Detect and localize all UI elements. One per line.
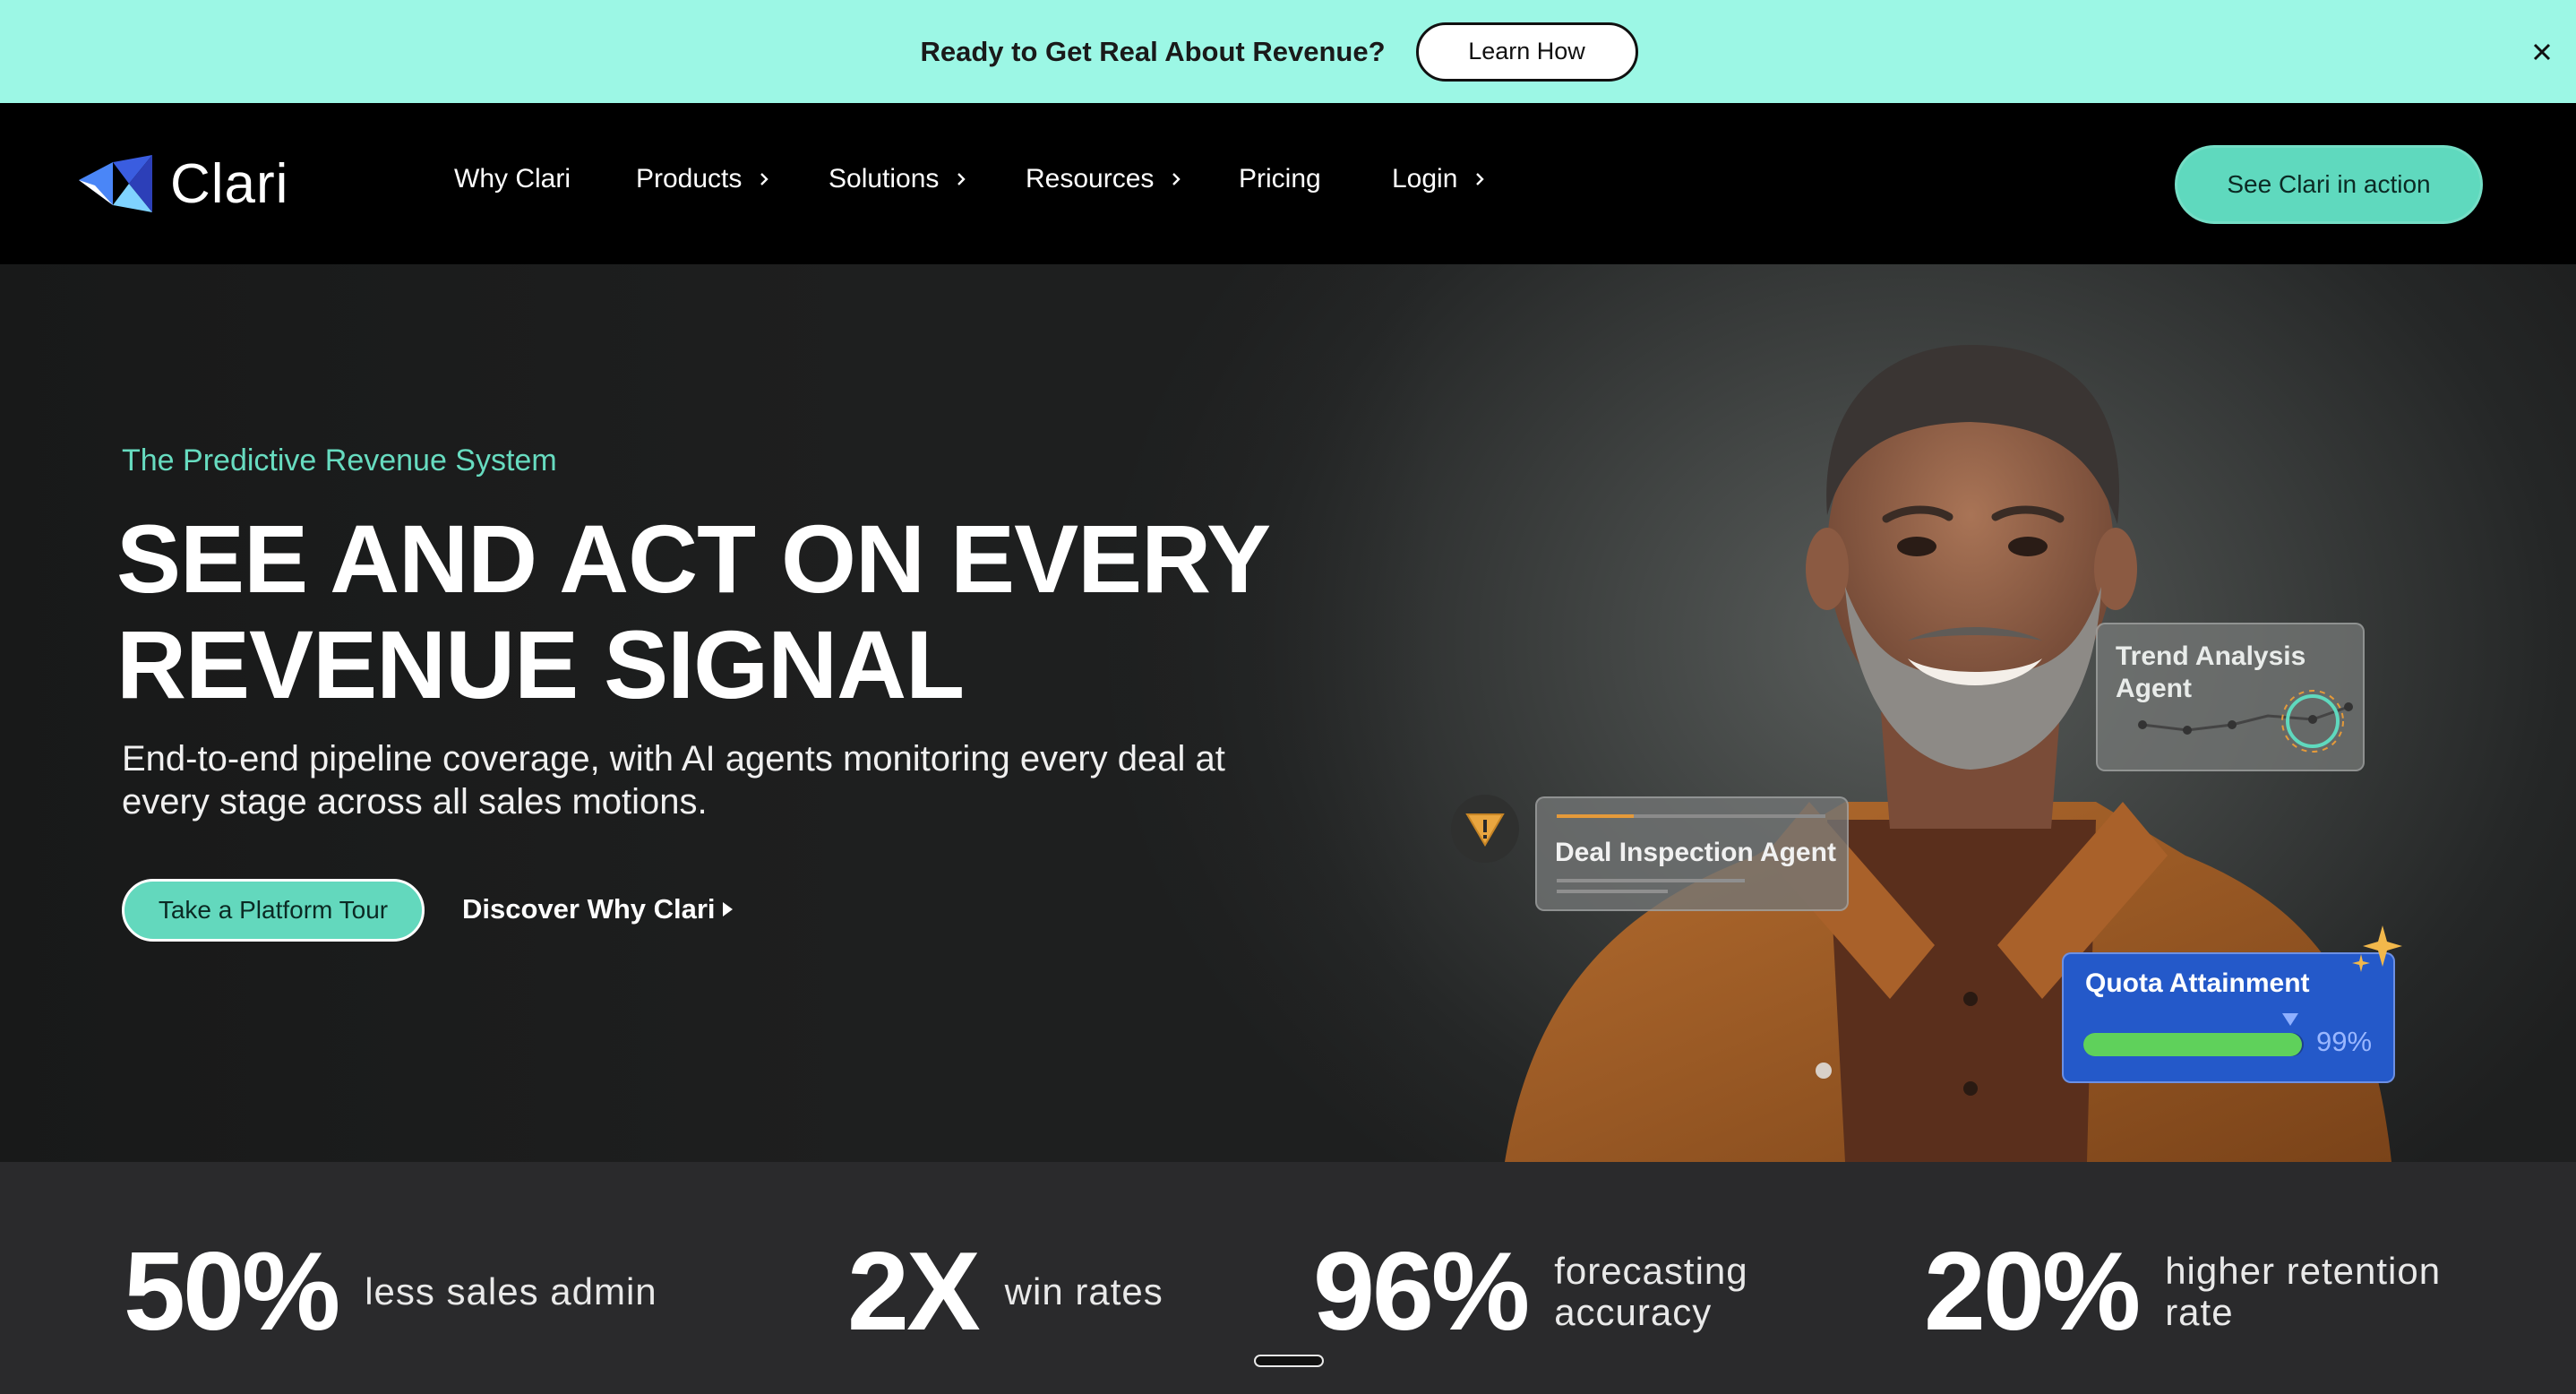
stat-label: higher retention rate (2165, 1251, 2441, 1333)
nav-label: Solutions (829, 164, 940, 194)
discover-label: Discover Why Clari (462, 893, 716, 925)
close-icon[interactable] (2522, 32, 2562, 72)
nav-why-clari[interactable]: Why Clari (454, 164, 571, 194)
hero-headline: SEE AND ACT ON EVERY REVENUE SIGNAL (116, 506, 1370, 718)
logo-text: Clari (170, 152, 289, 215)
stat-label-line: accuracy (1554, 1291, 1713, 1333)
nav-pricing[interactable]: Pricing (1239, 164, 1321, 194)
stat-item: 2X win rates (847, 1234, 1163, 1350)
headline-line-2: REVENUE SIGNAL (116, 610, 965, 719)
quota-progress-track (2083, 1033, 2304, 1056)
nav-label: Resources (1026, 164, 1155, 194)
chevron-right-icon (1476, 173, 1485, 185)
announcement-banner: Ready to Get Real About Revenue? Learn H… (0, 0, 2576, 103)
stat-label-line: higher retention (2165, 1250, 2442, 1292)
stat-label: forecasting accuracy (1554, 1251, 1747, 1333)
nav-products[interactable]: Products (636, 164, 776, 194)
warning-icon (1465, 813, 1505, 847)
nav-solutions[interactable]: Solutions (829, 164, 973, 194)
hero-eyebrow: The Predictive Revenue System (122, 443, 557, 478)
stat-label-line: win rates (1004, 1270, 1163, 1312)
platform-tour-button[interactable]: Take a Platform Tour (122, 879, 425, 942)
nav-label: Login (1392, 164, 1458, 194)
quota-card-title: Quota Attainment (2085, 968, 2310, 998)
quota-attainment-card: Quota Attainment 99% (2062, 952, 2395, 1083)
stat-value: 96% (1313, 1230, 1530, 1354)
hero-section: The Predictive Revenue System SEE AND AC… (0, 264, 2576, 1162)
deal-progress-bar (1557, 814, 1825, 818)
nav-label: Products (636, 164, 743, 194)
scroll-indicator[interactable] (1254, 1355, 1324, 1367)
stat-item: 96% forecasting accuracy (1313, 1234, 1748, 1350)
discover-why-clari-link[interactable]: Discover Why Clari (462, 893, 733, 925)
stat-item: 50% less sales admin (124, 1234, 657, 1350)
nav-label: Pricing (1239, 164, 1321, 194)
stat-label-line: rate (2165, 1291, 2234, 1333)
stat-value: 2X (847, 1230, 981, 1354)
quota-value: 99% (2316, 1026, 2373, 1057)
learn-how-button[interactable]: Learn How (1415, 22, 1638, 82)
stat-value: 20% (1924, 1230, 2141, 1354)
main-nav: Clari Why Clari Products Solutions Resou… (0, 103, 2576, 264)
nav-resources[interactable]: Resources (1026, 164, 1188, 194)
see-clari-in-action-button[interactable]: See Clari in action (2175, 145, 2483, 224)
clari-logo-icon (79, 155, 152, 212)
stat-value: 50% (124, 1230, 340, 1354)
deal-inspection-card: Deal Inspection Agent (1535, 796, 1849, 911)
warning-badge (1451, 795, 1519, 863)
trend-line-icon (2138, 690, 2353, 753)
headline-line-1: SEE AND ACT ON EVERY (116, 504, 1271, 613)
stat-label-line: less sales admin (365, 1270, 657, 1312)
play-arrow-icon (722, 902, 733, 916)
deal-placeholder-line (1557, 890, 1668, 893)
chevron-right-icon (760, 173, 769, 185)
trend-analysis-card: Trend Analysis Agent (2096, 623, 2365, 771)
stat-label: less sales admin (365, 1271, 657, 1312)
nav-label: Why Clari (454, 164, 571, 194)
deal-placeholder-line (1557, 879, 1745, 882)
chevron-right-icon (1172, 173, 1181, 185)
clari-logo[interactable]: Clari (77, 150, 288, 218)
sparkle-icon (2352, 925, 2402, 972)
chevron-right-icon (957, 173, 966, 185)
stat-item: 20% higher retention rate (1924, 1234, 2441, 1350)
nav-login[interactable]: Login (1392, 164, 1491, 194)
hero-subtitle: End-to-end pipeline coverage, with AI ag… (122, 739, 1225, 822)
stat-label: win rates (1005, 1271, 1163, 1312)
quota-progress-fill (2083, 1033, 2302, 1056)
deal-card-title: Deal Inspection Agent (1555, 838, 1836, 867)
banner-text: Ready to Get Real About Revenue? (920, 35, 1386, 67)
quota-marker-icon (2282, 1013, 2298, 1026)
stat-label-line: forecasting (1554, 1250, 1748, 1292)
